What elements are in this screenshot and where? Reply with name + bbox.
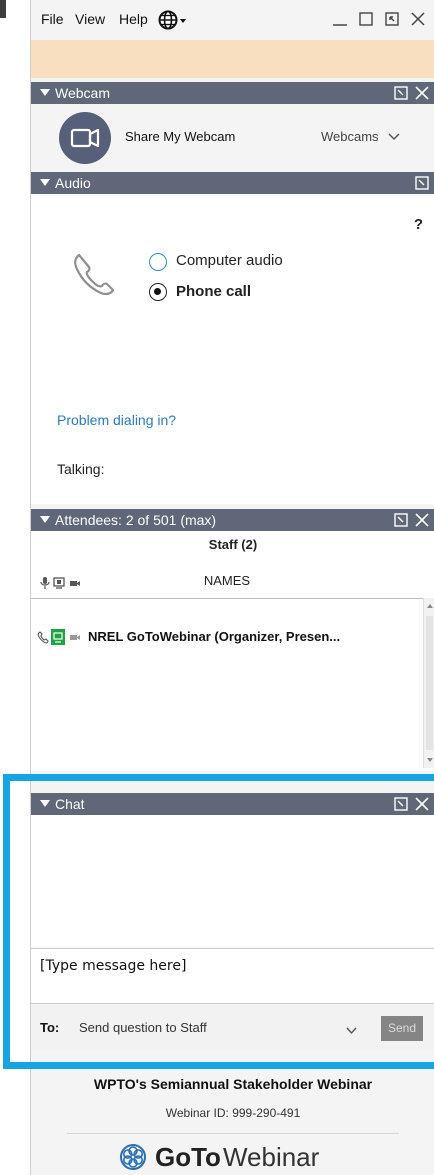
brand-webinar: Webinar bbox=[222, 1141, 320, 1172]
collapse-triangle-icon[interactable] bbox=[40, 800, 50, 807]
chat-header[interactable]: Chat bbox=[31, 793, 434, 815]
webcam-header[interactable]: Webcam bbox=[31, 82, 434, 104]
recipient-select[interactable]: Send question to Staff bbox=[71, 1015, 371, 1041]
flower-logo-icon bbox=[119, 1143, 147, 1171]
phone-icon bbox=[37, 630, 49, 644]
names-column-header[interactable]: NAMES bbox=[31, 573, 423, 588]
attendee-name: NREL GoToWebinar (Organizer, Presen... bbox=[88, 629, 341, 644]
notification-bar bbox=[31, 40, 434, 78]
collapse-triangle-icon[interactable] bbox=[40, 89, 50, 96]
message-input[interactable]: [Type message here] bbox=[31, 948, 434, 1004]
audio-header[interactable]: Audio bbox=[31, 172, 434, 194]
webcam-icon[interactable] bbox=[59, 112, 111, 164]
presenter-screen-icon bbox=[51, 629, 65, 645]
send-button[interactable]: Send bbox=[381, 1016, 423, 1041]
chevron-down-icon bbox=[346, 1023, 357, 1035]
help-icon[interactable]: ? bbox=[414, 216, 423, 233]
audio-title: Audio bbox=[55, 175, 91, 191]
recipient-value: Send question to Staff bbox=[79, 1020, 207, 1035]
brand-goto: GoTo bbox=[155, 1141, 221, 1172]
share-webcam-label[interactable]: Share My Webcam bbox=[125, 129, 235, 144]
webcams-dropdown[interactable]: Webcams bbox=[321, 129, 401, 144]
chevron-down-icon bbox=[388, 133, 400, 141]
popout-icon[interactable] bbox=[414, 175, 430, 191]
chat-recipient-row: To: Send question to Staff Send bbox=[31, 1006, 434, 1050]
computer-audio-radio[interactable] bbox=[149, 253, 167, 271]
chat-title: Chat bbox=[55, 796, 85, 812]
scroll-thumb[interactable] bbox=[426, 616, 433, 750]
window-controls bbox=[331, 6, 427, 32]
restore-icon[interactable] bbox=[357, 8, 375, 30]
phone-call-radio[interactable] bbox=[149, 283, 167, 301]
collapse-triangle-icon[interactable] bbox=[40, 179, 50, 186]
screen-icon[interactable] bbox=[53, 576, 65, 590]
menu-bar: File View Help bbox=[31, 0, 434, 40]
close-icon[interactable] bbox=[414, 512, 430, 528]
popout-icon[interactable] bbox=[393, 796, 409, 812]
staff-group-label[interactable]: Staff (2) bbox=[31, 537, 434, 552]
webinar-title: WPTO's Semiannual Stakeholder Webinar bbox=[93, 1076, 373, 1092]
popout-icon[interactable] bbox=[393, 512, 409, 528]
attendee-list: NREL GoToWebinar (Organizer, Presen... bbox=[31, 598, 423, 768]
camera-icon[interactable] bbox=[69, 576, 81, 590]
minimize-icon[interactable] bbox=[331, 8, 349, 30]
window-edge bbox=[0, 0, 6, 18]
menu-view[interactable]: View bbox=[75, 11, 105, 27]
collapse-triangle-icon[interactable] bbox=[40, 516, 50, 523]
attendees-header[interactable]: Attendees: 2 of 501 (max) bbox=[31, 509, 434, 531]
close-icon[interactable] bbox=[414, 85, 430, 101]
problem-dialing-link[interactable]: Problem dialing in? bbox=[57, 412, 176, 428]
webinar-id: Webinar ID: 999-290-491 bbox=[165, 1106, 301, 1120]
list-item[interactable]: NREL GoToWebinar (Organizer, Presen... bbox=[31, 626, 423, 648]
attendees-title: Attendees: 2 of 501 (max) bbox=[55, 512, 217, 528]
attendee-columns: NAMES bbox=[31, 572, 423, 594]
control-panel: File View Help Webcam Share My Webcam We… bbox=[30, 0, 434, 1175]
computer-audio-label[interactable]: Computer audio bbox=[176, 252, 283, 269]
menu-help[interactable]: Help bbox=[119, 11, 148, 27]
scroll-up-icon[interactable] bbox=[427, 604, 433, 608]
popout-icon[interactable] bbox=[393, 85, 409, 101]
popout-icon[interactable] bbox=[383, 8, 401, 30]
audio-section bbox=[31, 194, 434, 504]
left-margin bbox=[0, 0, 30, 1175]
chat-log bbox=[31, 815, 434, 947]
webcams-dropdown-label: Webcams bbox=[321, 129, 379, 144]
talking-label: Talking: bbox=[57, 461, 105, 477]
menu-file[interactable]: File bbox=[41, 11, 64, 27]
phone-call-label[interactable]: Phone call bbox=[176, 283, 251, 300]
phone-icon bbox=[69, 249, 119, 299]
close-icon[interactable] bbox=[409, 8, 427, 30]
scroll-down-icon[interactable] bbox=[427, 758, 433, 762]
globe-icon[interactable] bbox=[158, 9, 188, 31]
microphone-icon[interactable] bbox=[39, 576, 51, 590]
close-icon[interactable] bbox=[414, 796, 430, 812]
camera-icon bbox=[69, 630, 81, 644]
webcam-title: Webcam bbox=[55, 85, 110, 101]
to-label: To: bbox=[40, 1020, 60, 1035]
gotowebinar-logo: GoTo Webinar bbox=[119, 1140, 319, 1174]
attendee-scrollbar[interactable] bbox=[423, 598, 434, 768]
footer-divider bbox=[67, 1133, 399, 1134]
